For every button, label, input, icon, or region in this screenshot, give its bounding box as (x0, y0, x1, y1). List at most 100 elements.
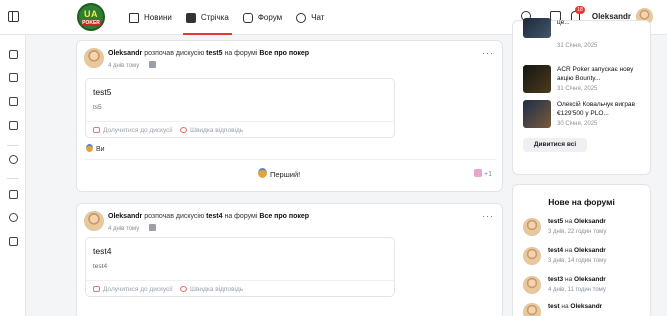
notification-badge: 18 (575, 6, 585, 14)
post-time-text: 4 днів тому (108, 63, 140, 69)
forum-topic-link[interactable]: test4 (548, 247, 563, 254)
comment-icon[interactable] (9, 237, 18, 246)
forum-prefix: на (565, 276, 573, 283)
medal-icon (258, 168, 267, 178)
post-header: Oleksandr розпочав дискусію test4 на фор… (84, 211, 494, 235)
main-nav: Новини Стрічка Форум Чат (122, 0, 331, 35)
forum-topic-link[interactable]: test3 (548, 276, 563, 283)
quick-reply-button[interactable]: Швидка відповідь (180, 286, 243, 293)
forum-author-link[interactable]: Oleksandr (574, 247, 606, 254)
nav-feed-label: Стрічка (200, 13, 229, 22)
nav-chat[interactable]: Чат (289, 0, 331, 35)
forum-item[interactable]: test3 на Oleksandr 4 днів, 11 годин тому (523, 275, 648, 299)
forum-topic-link[interactable]: test (548, 303, 560, 310)
star-icon[interactable] (9, 213, 18, 222)
author-avatar[interactable] (523, 247, 541, 265)
topic-title[interactable]: test5 (93, 87, 111, 97)
contact-icon[interactable] (9, 121, 18, 130)
news-date: 31 Січня, 2025 (557, 86, 598, 92)
news-item[interactable]: це... 31 Січня, 2025 (523, 18, 649, 49)
sidebar-divider (7, 145, 19, 146)
nav-chat-label: Чат (311, 13, 325, 22)
document-icon (129, 12, 139, 23)
join-icon (93, 286, 100, 292)
forum-item-line: test на Oleksandr (548, 303, 602, 310)
nav-news-label: Новини (144, 13, 172, 22)
author-avatar[interactable] (523, 218, 541, 236)
medal-icon (86, 144, 93, 152)
reply-label: Швидка відповідь (190, 286, 244, 293)
author-avatar[interactable] (523, 303, 541, 316)
see-all-button[interactable]: Дивитися всі (523, 138, 587, 152)
inbox-icon[interactable] (9, 73, 18, 82)
forum-author-link[interactable]: Oleksandr (574, 276, 606, 283)
quick-reply-button[interactable]: Швидка відповідь (180, 127, 243, 134)
edit-icon[interactable] (9, 50, 18, 59)
topic-preview[interactable]: test5 ts5 Долучитися до дискусії Швидка … (85, 78, 395, 138)
left-sidebar (0, 35, 26, 316)
post-time-text: 4 днів тому (108, 226, 140, 232)
forum-link[interactable]: Все про покер (259, 213, 309, 220)
sidebar-toggle-icon[interactable] (8, 11, 19, 22)
forum-item[interactable]: test на Oleksandr (523, 302, 648, 316)
forum-prefix: на форумі (224, 50, 258, 57)
join-discussion-button[interactable]: Долучитися до дискусії (93, 286, 173, 293)
news-thumbnail (523, 65, 551, 93)
nav-feed[interactable]: Стрічка (179, 0, 236, 35)
forum-new-panel: Нове на форумі test5 на Oleksandr 3 днів… (512, 184, 651, 316)
news-date: 30 Січня, 2025 (557, 121, 598, 127)
layers-icon[interactable] (9, 97, 18, 106)
forum-prefix: на (561, 303, 569, 310)
post-time: 4 днів тому (108, 224, 156, 232)
panel-title: Нове на форумі (548, 197, 615, 207)
reaction-summary[interactable]: Ви (86, 144, 105, 153)
author-avatar[interactable] (84, 48, 104, 68)
first-reaction-button[interactable]: Перший! (258, 168, 300, 179)
topic-title[interactable]: test4 (93, 246, 111, 256)
news-title[interactable]: це... (557, 18, 649, 27)
forum-item[interactable]: test4 на Oleksandr 3 днів, 14 годин тому (523, 246, 648, 270)
news-item[interactable]: ACR Poker запускає нову акцію Bounty... … (523, 65, 648, 99)
reaction-user: Ви (96, 146, 105, 153)
topic-actions: Долучитися до дискусії Швидка відповідь (86, 121, 394, 139)
nav-forum[interactable]: Форум (236, 0, 289, 35)
nav-news[interactable]: Новини (122, 0, 179, 35)
forum-topic-link[interactable]: test5 (548, 218, 563, 225)
site-logo[interactable]: UA POKER (77, 3, 105, 31)
topic-link[interactable]: test4 (206, 213, 222, 220)
bolt-icon (185, 12, 196, 23)
post-summary: Oleksandr розпочав дискусію test4 на фор… (108, 213, 309, 220)
news-item[interactable]: Олексій Ковальчук виграв €129'500 у PLO.… (523, 100, 648, 134)
more-options-icon[interactable]: ··· (482, 48, 494, 58)
topic-actions: Долучитися до дискусії Швидка відповідь (86, 280, 394, 298)
topic-preview[interactable]: test4 test4 Долучитися до дискусії Швидк… (85, 237, 395, 297)
message-icon[interactable] (9, 190, 18, 199)
news-date: 31 Січня, 2025 (557, 43, 598, 49)
forum-author-link[interactable]: Oleksandr (574, 218, 606, 225)
logo-text: UA (84, 9, 98, 19)
author-name[interactable]: Oleksandr (108, 213, 142, 220)
users-icon[interactable] (9, 155, 18, 164)
forum-prefix: на (565, 247, 573, 254)
forum-date: 3 днів, 14 годин тому (548, 258, 607, 264)
join-discussion-button[interactable]: Долучитися до дискусії (93, 127, 173, 134)
topic-link[interactable]: test5 (206, 50, 222, 57)
forum-link[interactable]: Все про покер (259, 50, 309, 57)
category-icon (148, 61, 156, 68)
author-name[interactable]: Oleksandr (108, 50, 142, 57)
logo-subtext: POKER (81, 20, 101, 26)
news-title[interactable]: Олексій Ковальчук виграв €129'500 у PLO.… (557, 100, 649, 118)
more-reactions-button[interactable]: +1 (474, 169, 492, 178)
forum-author-link[interactable]: Oleksandr (570, 303, 602, 310)
news-title[interactable]: ACR Poker запускає нову акцію Bounty... (557, 65, 649, 83)
feed-card: Oleksandr розпочав дискусію test5 на фор… (76, 40, 503, 192)
reaction-icon (474, 169, 483, 177)
forum-item[interactable]: test5 на Oleksandr 3 днів, 22 годин тому (523, 217, 648, 241)
author-avatar[interactable] (523, 276, 541, 294)
author-avatar[interactable] (84, 211, 104, 231)
more-options-icon[interactable]: ··· (482, 211, 494, 221)
topic-body: ts5 (93, 104, 102, 111)
forum-date: 3 днів, 22 годин тому (548, 229, 607, 235)
category-icon (148, 224, 156, 231)
more-reactions-count: +1 (484, 171, 492, 178)
